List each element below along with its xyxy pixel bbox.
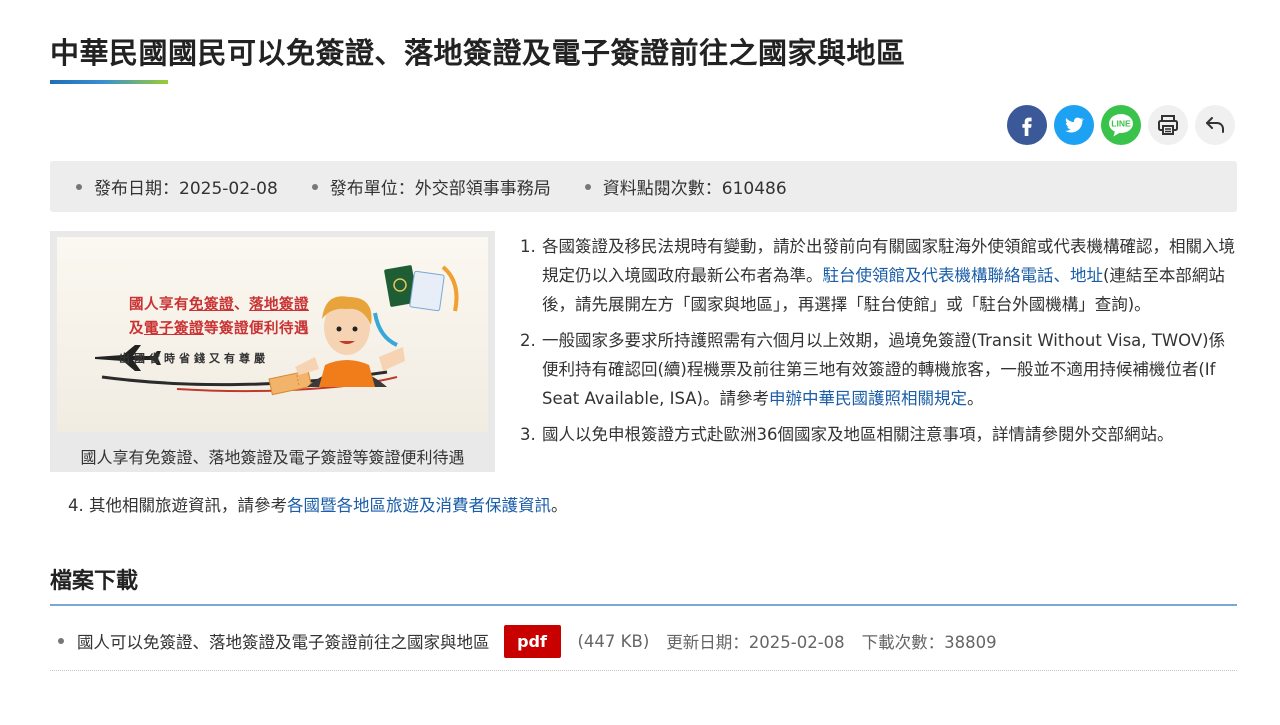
list-item-number: 2. xyxy=(520,331,536,350)
list-item: 3. 國人以免申根簽證方式赴歐洲36個國家及地區相關注意事項，詳情請參閱外交部網… xyxy=(520,420,1240,449)
meta-bar: 發布日期：2025-02-08 發布單位：外交部領事事務局 資料點閱次數：610… xyxy=(50,161,1237,212)
download-divider xyxy=(50,604,1237,606)
printer-icon xyxy=(1158,115,1178,135)
banner-line-1: 國人享有免簽證、落地簽證 xyxy=(129,297,309,313)
bullet-icon xyxy=(311,183,318,190)
list-item-text: 一般國家多要求所持護照需有六個月以上效期，過境免簽證(Transit Witho… xyxy=(542,331,1226,408)
list-item-text: 國人以免申根簽證方式赴歐洲36個國家及地區相關注意事項，詳情請參閱外交部網站。 xyxy=(542,425,1174,444)
notes-list: 1. 各國簽證及移民法規時有變動，請於出發前向有關國家駐海外使領館或代表機構確認… xyxy=(520,232,1240,456)
list-item: 4. 其他相關旅遊資訊，請參考各國暨各地區旅遊及消費者保護資訊。 xyxy=(68,496,568,515)
embassy-contacts-link[interactable]: 駐台使領館及代表機構聯絡電話、地址 xyxy=(823,266,1104,285)
back-arrow-icon xyxy=(1206,117,1224,133)
twitter-share-button[interactable] xyxy=(1054,105,1094,145)
bullet-icon xyxy=(584,183,591,190)
list-item-number: 4. xyxy=(68,496,84,515)
line-icon-label: LINE xyxy=(1111,119,1131,129)
line-icon: LINE xyxy=(1109,114,1133,137)
download-row: 國人可以免簽證、落地簽證及電子簽證前往之國家與地區 pdf (447 KB) 更… xyxy=(58,624,1014,658)
meta-views-text: 資料點閱次數：610486 xyxy=(602,179,787,199)
list-item-number: 3. xyxy=(520,425,536,444)
meta-views: 資料點閱次數：610486 xyxy=(584,174,787,199)
title-underline xyxy=(50,80,168,84)
facebook-share-button[interactable] xyxy=(1007,105,1047,145)
bullet-icon xyxy=(58,638,64,644)
promo-banner-image: 國人享有免簽證、落地簽證 及電子簽證等簽證便利待遇 出國省時省錢又有尊嚴 xyxy=(57,237,488,432)
download-row-divider xyxy=(50,670,1237,671)
page-title: 中華民國國民可以免簽證、落地簽證及電子簽證前往之國家與地區 xyxy=(50,36,906,70)
meta-published: 發布日期：2025-02-08 xyxy=(76,174,278,199)
banner-line-3: 出國省時省錢又有尊嚴 xyxy=(119,352,269,365)
download-count: 下載次數：38809 xyxy=(861,633,997,652)
promo-figure: 國人享有免簽證、落地簽證 及電子簽證等簽證便利待遇 出國省時省錢又有尊嚴 國人享… xyxy=(50,231,495,472)
download-file-name: 國人可以免簽證、落地簽證及電子簽證前往之國家與地區 xyxy=(77,633,490,652)
download-heading: 檔案下載 xyxy=(50,569,139,594)
back-button[interactable] xyxy=(1195,105,1235,145)
list-item-text: 各國簽證及移民法規時有變動，請於出發前向有關國家駐海外使領館或代表機構確認，相關… xyxy=(542,237,1235,314)
travel-info-link[interactable]: 各國暨各地區旅遊及消費者保護資訊 xyxy=(287,496,551,515)
line-share-button[interactable]: LINE xyxy=(1101,105,1141,145)
twitter-icon xyxy=(1065,117,1085,133)
boarding-pass-icon xyxy=(268,370,313,396)
share-toolbar: LINE xyxy=(1007,105,1235,145)
print-button[interactable] xyxy=(1148,105,1188,145)
list-item-number: 1. xyxy=(520,237,536,256)
file-size: (447 KB) xyxy=(577,631,650,651)
meta-published-text: 發布日期：2025-02-08 xyxy=(94,179,278,199)
figure-caption: 國人享有免簽證、落地簽證及電子簽證等簽證便利待遇 xyxy=(80,448,465,467)
list-item: 2. 一般國家多要求所持護照需有六個月以上效期，過境免簽證(Transit Wi… xyxy=(520,326,1240,413)
passport-icon xyxy=(384,265,445,312)
meta-unit-text: 發布單位：外交部領事事務局 xyxy=(329,179,551,199)
facebook-icon xyxy=(1022,117,1032,136)
passport-rules-link[interactable]: 申辦中華民國護照相關規定 xyxy=(769,389,967,408)
banner-line-2: 及電子簽證等簽證便利待遇 xyxy=(129,321,309,337)
page: 中華民國國民可以免簽證、落地簽證及電子簽證前往之國家與地區 LINE 發布日期：… xyxy=(0,0,1280,725)
pdf-download-button[interactable]: pdf xyxy=(503,624,561,658)
meta-unit: 發布單位：外交部領事事務局 xyxy=(311,174,551,199)
bullet-icon xyxy=(76,183,82,190)
list-item: 1. 各國簽證及移民法規時有變動，請於出發前向有關國家駐海外使領館或代表機構確認… xyxy=(520,232,1240,319)
file-updated-date: 更新日期：2025-02-08 xyxy=(666,633,845,652)
